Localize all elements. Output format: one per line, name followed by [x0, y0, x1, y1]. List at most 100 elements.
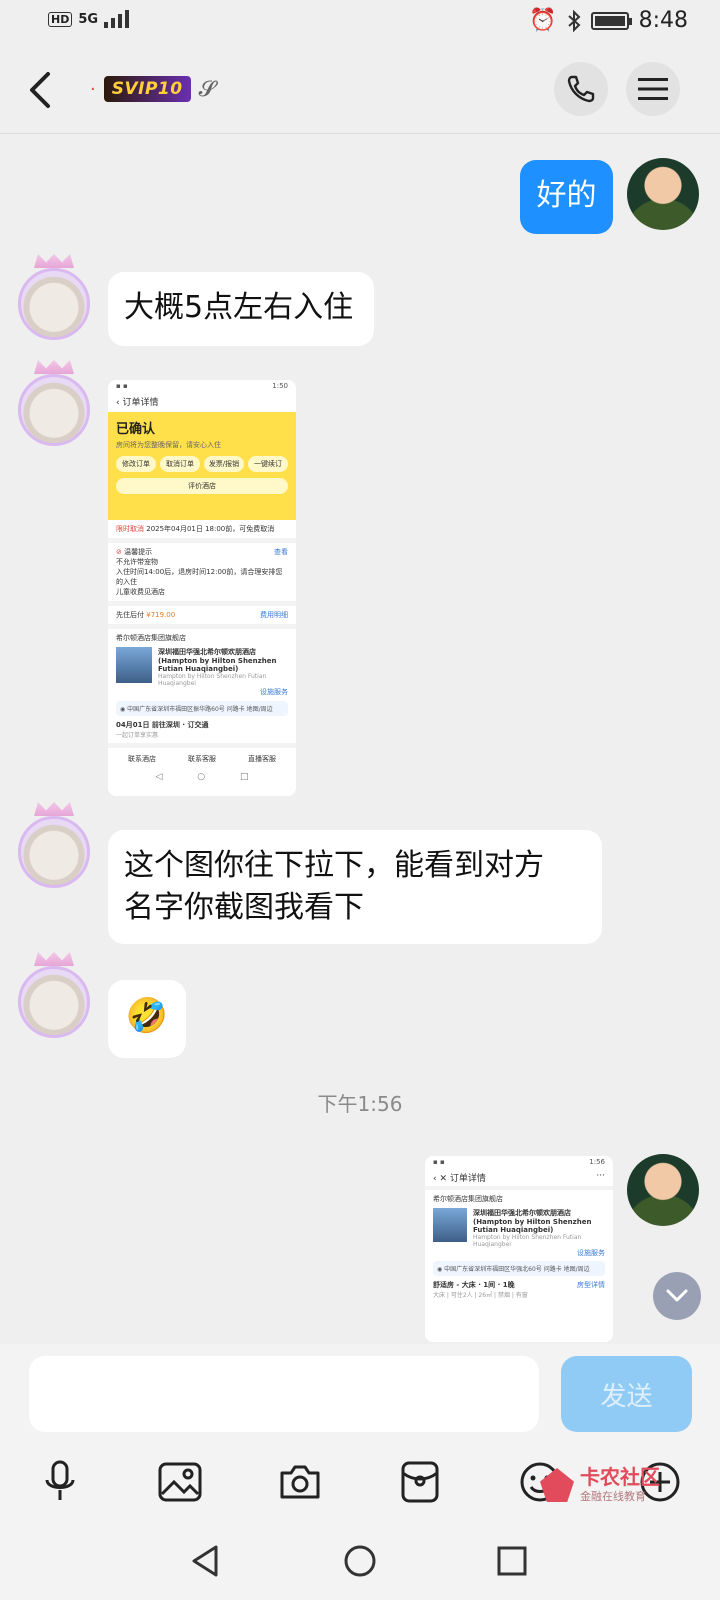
menu-button[interactable] — [626, 62, 680, 116]
name-dot: · — [90, 78, 96, 100]
hotel-group: 希尔顿酒店集团旗舰店 — [116, 634, 186, 642]
chevron-left-icon — [30, 72, 50, 108]
watermark-logo-icon — [540, 1468, 574, 1502]
nav-back-icon[interactable] — [190, 1544, 220, 1578]
message-bubble[interactable]: 这个图你往下拉下，能看到对方 名字你截图我看下 — [108, 830, 602, 944]
hotel-group: 希尔顿酒店集团旗舰店 — [433, 1195, 503, 1203]
shot-title: 订单详情 — [122, 398, 159, 408]
emoji-message[interactable]: 🤣 — [108, 980, 186, 1058]
room-type: 舒适房 - 大床 · 1间 · 1晚 — [433, 1281, 515, 1289]
shot-title: 订单详情 — [449, 1174, 486, 1184]
red-packet-button[interactable] — [392, 1454, 448, 1510]
hotel-address: 中国广东省深圳市福田区振华路60号 — [127, 706, 225, 713]
image-message[interactable]: ▪ ▪ 1:50 ‹ 订单详情 已确认 房间将为您整晚保留，请安心入住 修改订单 … — [108, 380, 296, 796]
tip-line: 入住时间14:00后，退房时间12:00前，请合理安排您的入住 — [116, 568, 283, 586]
order-status: 已确认 — [116, 422, 156, 437]
trip-sub: 一起订单享实惠 — [116, 732, 159, 739]
chevron-down-icon — [666, 1289, 688, 1302]
svip-badge: SVIP10 — [103, 76, 191, 102]
camera-button[interactable] — [272, 1454, 328, 1510]
voice-button[interactable] — [32, 1454, 88, 1510]
menu-icon — [638, 78, 668, 100]
price: ¥719.00 — [146, 611, 176, 619]
hd-indicator: HD — [48, 11, 73, 27]
pay-label: 先住后付 — [116, 611, 144, 619]
contact-badge[interactable]: · SVIP10 𝓢 — [90, 76, 216, 102]
shot-nav-back-icon: ◁ — [155, 772, 163, 782]
scroll-to-bottom-button[interactable] — [653, 1272, 701, 1320]
contact-avatar[interactable] — [18, 966, 90, 1038]
my-avatar[interactable] — [627, 1154, 699, 1226]
invoice-button: 发票/报销 — [204, 456, 244, 472]
message-line: 名字你截图我看下 — [124, 890, 364, 925]
message-timestamp: 下午1:56 — [317, 1092, 403, 1116]
review-hotel-button: 评价酒店 — [116, 478, 288, 494]
message-bubble-mine[interactable]: 好的 — [520, 160, 613, 234]
shot-more-icon: ··· — [596, 1171, 605, 1181]
map-link: 地图/周边 — [563, 1266, 590, 1273]
image-icon — [158, 1462, 202, 1502]
hotel-image — [433, 1208, 467, 1242]
order-note: 房间将为您整晚保留，请安心入住 — [116, 441, 221, 449]
trip-line: 04月01日 前往深圳 · 订交通 — [116, 721, 209, 729]
service-link: 设施服务 — [260, 688, 288, 696]
tips-more: 查看 — [274, 548, 288, 556]
live-service: 直播客服 — [248, 755, 276, 763]
nav-home-icon[interactable] — [343, 1544, 377, 1578]
message-input[interactable] — [29, 1356, 539, 1432]
image-message-mine[interactable]: ▪ ▪ 1:56 ‹ ✕ 订单详情 ··· 希尔顿酒店集团旗舰店 深圳福田华强北希尔… — [425, 1156, 613, 1342]
shot-status-dots: ▪ ▪ — [116, 382, 128, 390]
signal-icon — [104, 10, 130, 28]
route-card: 问路卡 — [226, 706, 245, 713]
camera-icon — [280, 1465, 320, 1499]
message-line: 这个图你往下拉下，能看到对方 — [124, 848, 544, 883]
cancel-label: 限时取消 — [116, 525, 144, 533]
send-button[interactable]: 发送 — [561, 1356, 692, 1432]
status-time: 8:48 — [638, 8, 688, 33]
hotel-image — [116, 647, 152, 683]
hotel-name-sub: Hampton by Hilton Shenzhen Futian Huaqia… — [158, 673, 267, 687]
hotel-address: 中国广东省深圳市福田区华强北60号 — [444, 1266, 542, 1273]
my-avatar[interactable] — [627, 158, 699, 230]
red-packet-icon — [401, 1461, 439, 1503]
message-bubble[interactable]: 大概5点左右入住 — [108, 272, 374, 346]
phone-icon — [567, 75, 595, 103]
microphone-icon — [45, 1460, 75, 1500]
hotel-name-en: (Hampton by Hilton Shenzhen Futian Huaqi… — [158, 657, 277, 673]
contact-avatar[interactable] — [18, 816, 90, 888]
shot-back-icon: ‹ ✕ — [433, 1174, 450, 1184]
avatar-crown — [34, 802, 74, 816]
cancel-text: 2025年04月01日 18:00前，可免费取消 — [146, 525, 275, 533]
watermark-title: 卡农社区 — [580, 1465, 660, 1489]
call-button[interactable] — [554, 62, 608, 116]
shot-time: 1:50 — [272, 382, 288, 390]
modify-order-button: 修改订单 — [116, 456, 156, 472]
watermark-subtitle: 金融在线教育 — [580, 1490, 646, 1503]
status-bar: HD 5G ⏰ 8:48 — [0, 0, 720, 46]
tip-line: 不允许带宠物 — [116, 558, 158, 566]
shot-time: 1:56 — [589, 1158, 605, 1166]
network-type: 5G — [78, 11, 99, 27]
contact-avatar[interactable] — [18, 268, 90, 340]
chat-header: · SVIP10 𝓢 — [0, 46, 720, 134]
contact-avatar[interactable] — [18, 374, 90, 446]
renew-button: 一键续订 — [248, 456, 288, 472]
bluetooth-icon — [567, 9, 581, 32]
watermark: 卡农社区 金融在线教育 — [540, 1466, 660, 1504]
battery-icon — [590, 11, 632, 30]
back-button[interactable] — [22, 68, 62, 112]
hotel-name-en: (Hampton by Hilton Shenzhen Futian Huaqi… — [473, 1218, 592, 1234]
hotel-name-cn: 深圳福田华强北希尔顿欢朋酒店 — [158, 648, 256, 656]
hotel-name-sub: Hampton by Hilton Shenzhen Futian Huaqia… — [473, 1234, 582, 1248]
image-button[interactable] — [152, 1454, 208, 1510]
hotel-name-cn: 深圳福田华强北希尔顿欢朋酒店 — [473, 1209, 571, 1217]
shot-status-dots: ▪ ▪ — [433, 1158, 445, 1166]
alarm-icon: ⏰ — [529, 8, 557, 33]
shot-nav-home-icon: ○ — [197, 772, 206, 782]
avatar-crown — [34, 254, 74, 268]
nav-recent-icon[interactable] — [496, 1545, 528, 1577]
avatar-crown — [34, 952, 74, 966]
avatar-crown — [34, 360, 74, 374]
price-detail: 费用明细 — [260, 611, 288, 619]
order-status-card: 已确认 房间将为您整晚保留，请安心入住 修改订单 取消订单 发票/报销 一键续订… — [108, 412, 296, 520]
